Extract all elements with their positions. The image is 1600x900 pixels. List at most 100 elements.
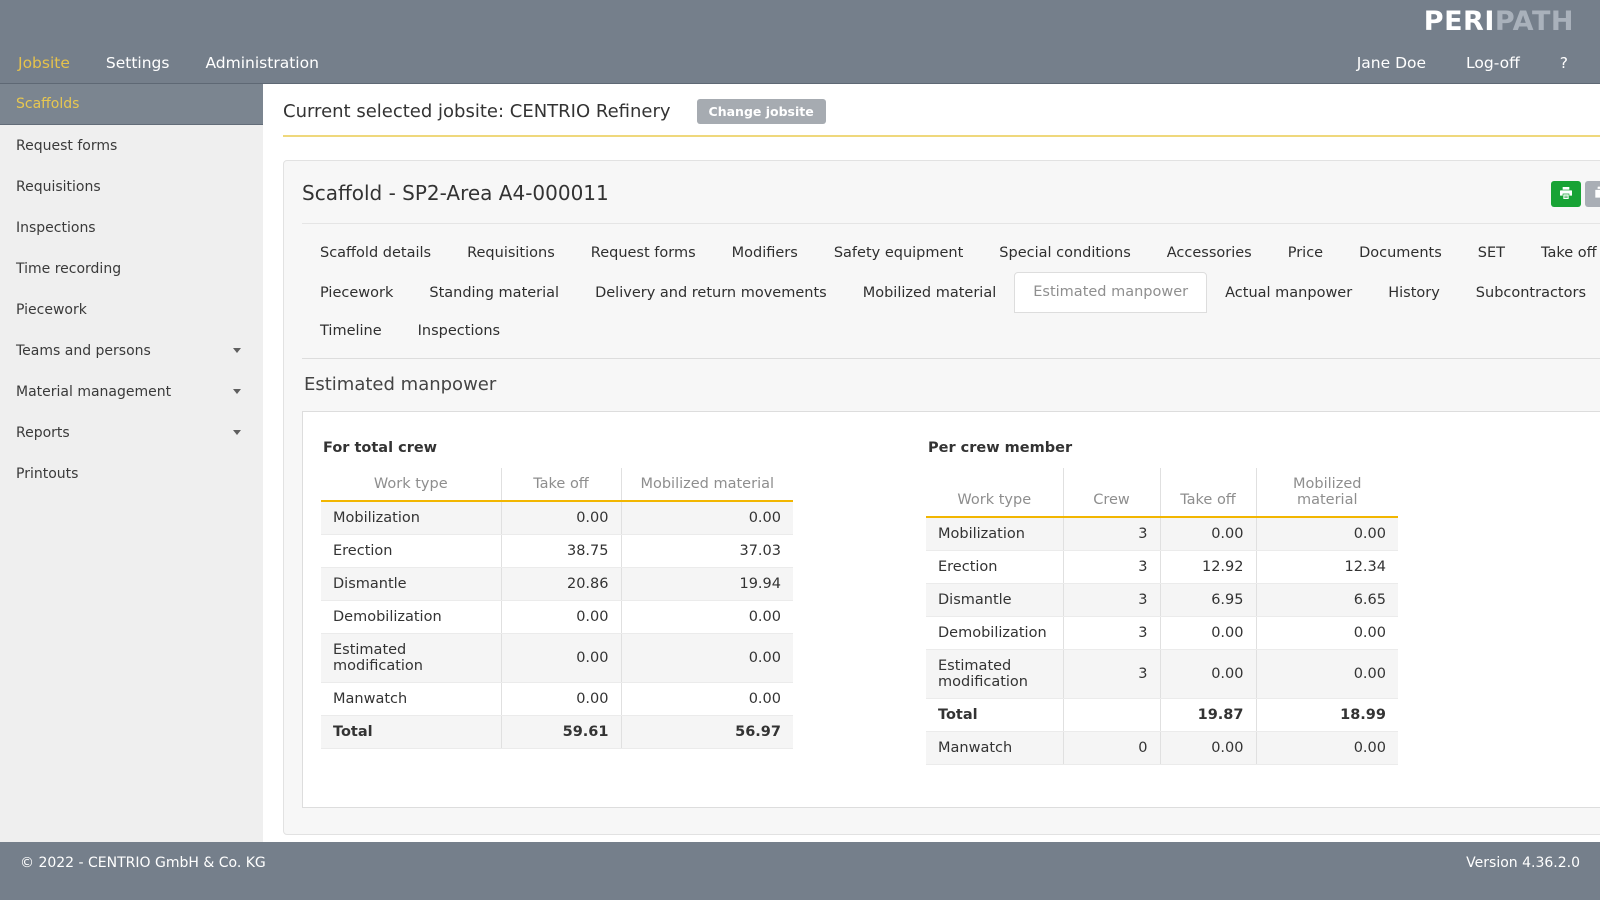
col-take-off: Take off	[501, 468, 621, 501]
tab-piecework[interactable]: Piecework	[302, 274, 411, 312]
sidebar-item-piecework[interactable]: Piecework	[0, 289, 263, 330]
help-icon[interactable]: ?	[1540, 44, 1588, 82]
cell-take-off: 0.00	[501, 634, 621, 683]
print-button[interactable]	[1551, 181, 1581, 207]
copy-icon	[1592, 185, 1600, 203]
cell-mobilized: 12.34	[1256, 551, 1398, 584]
nav-item-administration[interactable]: Administration	[187, 44, 336, 82]
nav-item-jobsite[interactable]: Jobsite	[0, 44, 88, 82]
cell-mobilized: 18.99	[1256, 699, 1398, 732]
tab-mobilized-material[interactable]: Mobilized material	[845, 274, 1015, 312]
tab-estimated-manpower[interactable]: Estimated manpower	[1014, 272, 1207, 313]
table-row: Demobilization 0.00 0.00	[321, 601, 793, 634]
scaffold-actions	[1551, 181, 1600, 207]
sidebar-item-label: Request forms	[16, 138, 117, 154]
cell-mobilized: 0.00	[621, 501, 793, 535]
tab-requisitions[interactable]: Requisitions	[449, 234, 573, 272]
cell-take-off: 12.92	[1160, 551, 1256, 584]
cell-take-off: 6.95	[1160, 584, 1256, 617]
tab-modifiers[interactable]: Modifiers	[714, 234, 816, 272]
cell-crew: 3	[1063, 650, 1160, 699]
chevron-down-icon	[233, 430, 241, 435]
cell-mobilized: 0.00	[621, 683, 793, 716]
table-row: Erection 38.75 37.03	[321, 535, 793, 568]
cell-work-type: Dismantle	[926, 584, 1063, 617]
sidebar-item-inspections[interactable]: Inspections	[0, 207, 263, 248]
tab-special-conditions[interactable]: Special conditions	[981, 234, 1148, 272]
cell-mobilized: 37.03	[621, 535, 793, 568]
col-take-off: Take off	[1160, 468, 1256, 517]
sidebar-item-requisitions[interactable]: Requisitions	[0, 166, 263, 207]
tabs-divider	[302, 358, 1600, 359]
change-jobsite-button[interactable]: Change jobsite	[697, 99, 826, 124]
cell-mobilized: 0.00	[621, 601, 793, 634]
cell-take-off: 20.86	[501, 568, 621, 601]
nav-left: Jobsite Settings Administration	[0, 44, 337, 82]
tab-take-off[interactable]: Take off	[1523, 234, 1600, 272]
sidebar-item-label: Inspections	[16, 220, 96, 236]
table-total-row: Total 59.61 56.97	[321, 716, 793, 749]
tab-accessories[interactable]: Accessories	[1149, 234, 1270, 272]
col-mobilized-material: Mobilized material	[1256, 468, 1398, 517]
tab-request-forms[interactable]: Request forms	[573, 234, 714, 272]
cell-crew: 3	[1063, 617, 1160, 650]
copy-button[interactable]	[1585, 181, 1600, 207]
table-total-row: Total 19.87 18.99	[926, 699, 1398, 732]
tab-safety-equipment[interactable]: Safety equipment	[816, 234, 981, 272]
tab-history[interactable]: History	[1370, 274, 1458, 312]
cell-mobilized: 0.00	[1256, 650, 1398, 699]
tab-price[interactable]: Price	[1270, 234, 1341, 272]
current-jobsite-label: Current selected jobsite: CENTRIO Refine…	[283, 101, 671, 122]
version-text: Version 4.36.2.0	[1466, 855, 1580, 900]
cell-crew	[1063, 699, 1160, 732]
sidebar-item-scaffolds[interactable]: Scaffolds	[0, 84, 263, 125]
tab-row-1: Scaffold details Requisitions Request fo…	[302, 234, 1600, 272]
sidebar-item-reports[interactable]: Reports	[0, 412, 263, 453]
table-row: Dismantle 20.86 19.94	[321, 568, 793, 601]
section-title: Estimated manpower	[304, 374, 1600, 395]
manpower-tables-panel: For total crew Work type Take off Mobili…	[302, 411, 1600, 808]
sidebar-item-material-management[interactable]: Material management	[0, 371, 263, 412]
cell-take-off: 59.61	[501, 716, 621, 749]
sidebar-item-time-recording[interactable]: Time recording	[0, 248, 263, 289]
tab-inspections[interactable]: Inspections	[400, 312, 518, 350]
sidebar-item-teams-and-persons[interactable]: Teams and persons	[0, 330, 263, 371]
nav-right: Jane Doe Log-off ?	[1337, 44, 1588, 82]
total-crew-table: Work type Take off Mobilized material Mo…	[321, 468, 793, 749]
tab-scaffold-details[interactable]: Scaffold details	[302, 234, 449, 272]
jobsite-divider	[283, 135, 1600, 137]
cell-take-off: 0.00	[1160, 650, 1256, 699]
cell-crew: 3	[1063, 584, 1160, 617]
sidebar-item-printouts[interactable]: Printouts	[0, 453, 263, 494]
user-name[interactable]: Jane Doe	[1337, 44, 1446, 82]
cell-take-off: 19.87	[1160, 699, 1256, 732]
tab-subcontractors[interactable]: Subcontractors	[1458, 274, 1600, 312]
cell-work-type: Total	[926, 699, 1063, 732]
cell-crew: 3	[1063, 517, 1160, 551]
cell-mobilized: 6.65	[1256, 584, 1398, 617]
nav-item-settings[interactable]: Settings	[88, 44, 188, 82]
tab-documents[interactable]: Documents	[1341, 234, 1460, 272]
top-header: PERIPATH	[0, 0, 1600, 42]
tab-timeline[interactable]: Timeline	[302, 312, 400, 350]
sidebar-item-label: Time recording	[16, 261, 121, 277]
tab-delivery-return-movements[interactable]: Delivery and return movements	[577, 274, 845, 312]
cell-work-type: Dismantle	[321, 568, 501, 601]
cell-work-type: Manwatch	[926, 732, 1063, 765]
table-row: Demobilization 3 0.00 0.00	[926, 617, 1398, 650]
main-content: Current selected jobsite: CENTRIO Refine…	[263, 84, 1600, 842]
cell-mobilized: 0.00	[1256, 517, 1398, 551]
table-header-row: Work type Take off Mobilized material	[321, 468, 793, 501]
tab-actual-manpower[interactable]: Actual manpower	[1207, 274, 1370, 312]
copyright-text: © 2022 - CENTRIO GmbH & Co. KG	[20, 855, 266, 900]
sidebar-item-request-forms[interactable]: Request forms	[0, 125, 263, 166]
tab-standing-material[interactable]: Standing material	[411, 274, 577, 312]
table-row: Manwatch 0.00 0.00	[321, 683, 793, 716]
main-nav: Jobsite Settings Administration Jane Doe…	[0, 42, 1600, 84]
sidebar-item-label: Piecework	[16, 302, 87, 318]
logoff-button[interactable]: Log-off	[1446, 44, 1540, 82]
col-crew: Crew	[1063, 468, 1160, 517]
table-row: Dismantle 3 6.95 6.65	[926, 584, 1398, 617]
table-row: Mobilization 0.00 0.00	[321, 501, 793, 535]
tab-set[interactable]: SET	[1460, 234, 1523, 272]
